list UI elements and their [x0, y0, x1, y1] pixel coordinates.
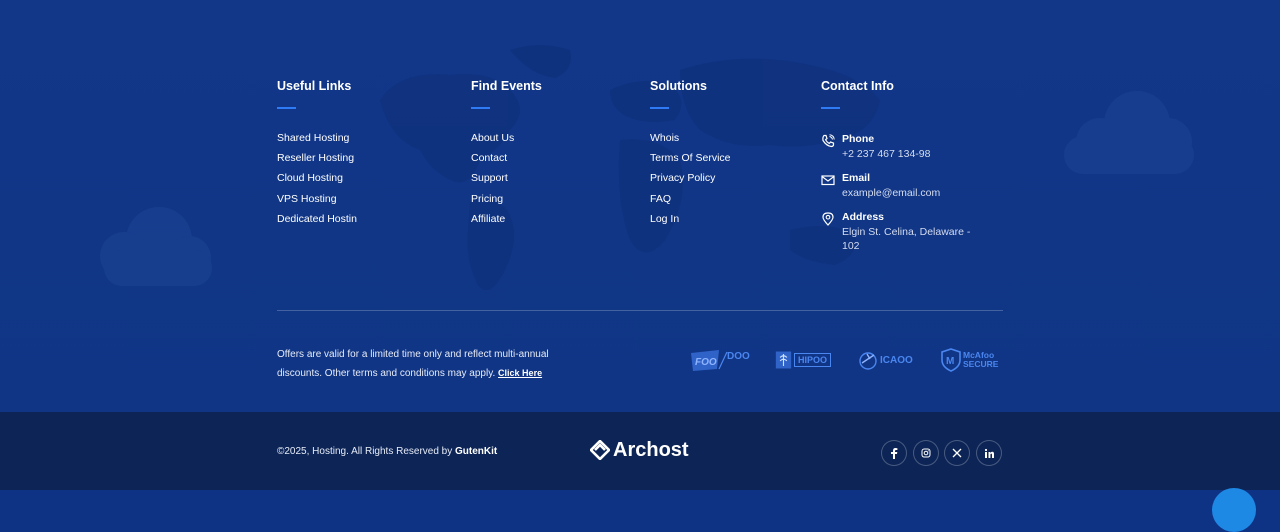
- copyright: ©2025, Hosting. All Rights Reserved by G…: [277, 446, 497, 457]
- link-reseller-hosting[interactable]: Reseller Hosting: [277, 148, 357, 168]
- mcafoo-shield-icon: M: [941, 348, 961, 372]
- instagram-icon: [921, 448, 931, 458]
- logo-text: Archost: [613, 438, 689, 461]
- link-contact[interactable]: Contact: [471, 148, 542, 168]
- phone-icon: [822, 134, 835, 148]
- svg-text:FOO: FOO: [695, 357, 717, 368]
- badge-icaoo-text: ICAOO: [880, 354, 913, 366]
- useful-links-column: Useful Links Shared Hosting Reseller Hos…: [277, 78, 357, 229]
- hipoo-badge: HIPOO: [775, 347, 831, 373]
- x-button[interactable]: [944, 440, 970, 466]
- svg-text:M: M: [946, 356, 954, 367]
- title-underline: [650, 107, 669, 109]
- email-label: Email: [842, 172, 871, 184]
- mcafoo-badge: M McAfoo SECURE: [940, 347, 1006, 373]
- archost-logo-icon: [590, 440, 610, 460]
- click-here-link[interactable]: Click Here: [498, 368, 542, 378]
- location-pin-icon: [822, 212, 834, 226]
- instagram-button[interactable]: [913, 440, 939, 466]
- address-label: Address: [842, 211, 885, 223]
- facebook-icon: [891, 448, 898, 459]
- title-underline: [471, 107, 490, 109]
- footer-main: Useful Links Shared Hosting Reseller Hos…: [0, 0, 1280, 412]
- link-faq[interactable]: FAQ: [650, 189, 731, 209]
- link-dedicated-hosting[interactable]: Dedicated Hostin: [277, 209, 357, 229]
- hipoo-logo-icon: [775, 351, 792, 369]
- contact-info-column: Contact Info Phone +2 237 467 134-98 Ema…: [821, 78, 1011, 268]
- icaoo-badge: ICAOO: [858, 347, 918, 373]
- link-about-us[interactable]: About Us: [471, 128, 542, 148]
- archost-logo[interactable]: Archost: [590, 438, 689, 462]
- link-log-in[interactable]: Log In: [650, 209, 731, 229]
- link-pricing[interactable]: Pricing: [471, 189, 542, 209]
- badge-mcafoo-text: McAfoo SECURE: [963, 350, 999, 369]
- link-cloud-hosting[interactable]: Cloud Hosting: [277, 168, 357, 188]
- linkedin-icon: [984, 448, 994, 458]
- solutions-column: Solutions Whois Terms Of Service Privacy…: [650, 78, 731, 229]
- link-terms-of-service[interactable]: Terms Of Service: [650, 148, 731, 168]
- contact-info-title: Contact Info: [821, 79, 894, 93]
- solutions-title: Solutions: [650, 79, 707, 93]
- linkedin-button[interactable]: [976, 440, 1002, 466]
- envelope-icon: [821, 175, 835, 186]
- useful-links-title: Useful Links: [277, 79, 352, 93]
- title-underline: [277, 107, 296, 109]
- badge-hipoo-text: HIPOO: [793, 353, 831, 367]
- x-icon: [952, 448, 962, 458]
- link-affiliate[interactable]: Affiliate: [471, 209, 542, 229]
- find-events-column: Find Events About Us Contact Support Pri…: [471, 78, 542, 229]
- cloud-left-decoration: [100, 207, 212, 286]
- offer-note: Offers are valid for a limited time only…: [277, 346, 577, 383]
- title-underline: [821, 107, 840, 109]
- find-events-title: Find Events: [471, 79, 542, 93]
- email-value[interactable]: example@email.com: [842, 186, 992, 200]
- facebook-button[interactable]: [881, 440, 907, 466]
- link-support[interactable]: Support: [471, 168, 542, 188]
- phone-label: Phone: [842, 133, 875, 145]
- foo-doo-badge: FOO DOO: [689, 347, 751, 373]
- icaoo-logo-icon: [859, 352, 877, 370]
- phone-value[interactable]: +2 237 467 134-98: [842, 147, 992, 161]
- link-shared-hosting[interactable]: Shared Hosting: [277, 128, 357, 148]
- link-vps-hosting[interactable]: VPS Hosting: [277, 189, 357, 209]
- badge-doo-text: DOO: [727, 351, 750, 362]
- gutenkit-link[interactable]: GutenKit: [455, 446, 497, 457]
- link-whois[interactable]: Whois: [650, 128, 731, 148]
- link-privacy-policy[interactable]: Privacy Policy: [650, 168, 731, 188]
- copyright-text: ©2025, Hosting. All Rights Reserved by: [277, 446, 453, 457]
- address-value: Elgin St. Celina, Delaware - 102: [842, 226, 971, 252]
- cloud-right-decoration: [1064, 91, 1194, 174]
- floating-action-button[interactable]: [1212, 488, 1256, 532]
- footer-divider: [277, 310, 1003, 311]
